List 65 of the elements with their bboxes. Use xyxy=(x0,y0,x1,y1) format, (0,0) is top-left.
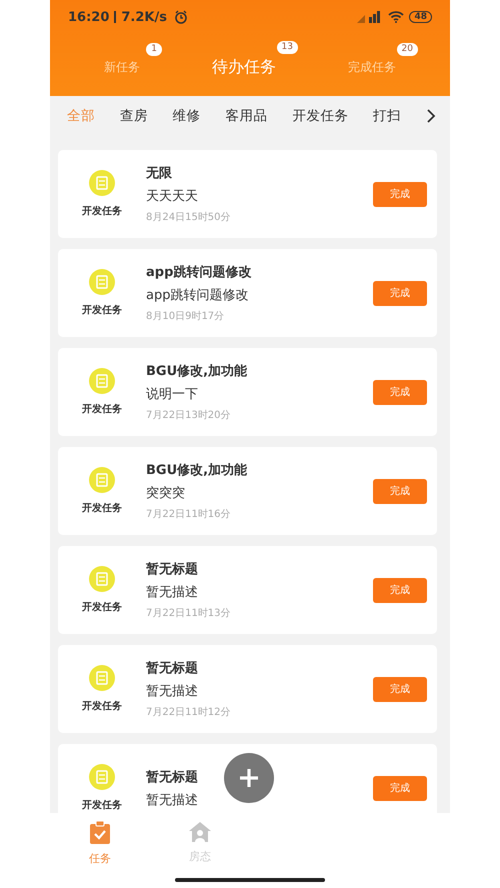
task-time: 7月22日11时13分 xyxy=(146,606,231,620)
complete-button[interactable]: 完成 xyxy=(373,478,427,504)
task-time: 7月22日11时12分 xyxy=(146,706,231,719)
category-tab[interactable]: 打扫 xyxy=(373,107,402,125)
count-badge: 13 xyxy=(276,40,298,54)
category-tab[interactable]: 查房 xyxy=(120,107,148,125)
task-type: 开发任务 xyxy=(82,700,122,713)
task-card[interactable]: 开发任务 BGU修改,加功能 说明一下 7月22日13时20分 完成 xyxy=(58,348,437,436)
complete-button[interactable]: 完成 xyxy=(373,776,427,800)
task-description: app跳转问题修改 xyxy=(146,287,248,304)
complete-button[interactable]: 完成 xyxy=(373,676,427,702)
task-type-icon xyxy=(89,566,115,592)
task-title: 暂无标题 xyxy=(146,561,198,578)
task-description: 天天天天 xyxy=(146,188,198,205)
plus-icon xyxy=(238,767,260,789)
task-description: 说明一下 xyxy=(146,386,198,403)
task-title: 无限 xyxy=(146,165,172,182)
count-badge: 20 xyxy=(396,42,418,56)
complete-button[interactable]: 完成 xyxy=(373,380,427,404)
complete-button[interactable]: 完成 xyxy=(373,182,427,206)
clipboard-check-icon xyxy=(89,821,111,845)
complete-button[interactable]: 完成 xyxy=(373,578,427,602)
task-type: 开发任务 xyxy=(82,600,122,614)
task-title: 暂无标题 xyxy=(146,768,198,786)
task-card[interactable]: 开发任务 app跳转问题修改 app跳转问题修改 8月10日9时17分 完成 xyxy=(58,249,437,337)
task-type-icon xyxy=(89,368,115,394)
task-type: 开发任务 xyxy=(82,798,122,812)
chevron-right-icon[interactable] xyxy=(426,109,436,123)
task-type: 开发任务 xyxy=(82,304,122,317)
task-card[interactable]: 开发任务 暂无标题 暂无描述 7月22日11时13分 完成 xyxy=(58,546,437,634)
house-icon xyxy=(188,821,212,843)
task-type: 开发任务 xyxy=(82,204,122,218)
task-description: 突突突 xyxy=(146,485,185,502)
task-card[interactable]: 开发任务 暂无标题 暂无描述 完成 xyxy=(58,744,437,813)
count-badge: 1 xyxy=(146,42,162,56)
task-description: 暂无描述 xyxy=(146,792,198,808)
task-time: 8月24日15时50分 xyxy=(146,210,231,224)
task-time: 7月22日13时20分 xyxy=(146,408,231,422)
task-card[interactable]: 开发任务 暂无标题 暂无描述 7月22日11时12分 完成 xyxy=(58,645,437,733)
wifi-icon xyxy=(388,11,404,23)
task-type-icon xyxy=(89,467,115,493)
task-title: app跳转问题修改 xyxy=(146,264,252,281)
task-title: 暂无标题 xyxy=(146,660,198,677)
task-time: 8月10日9时17分 xyxy=(146,310,224,323)
network-speed: 7.2K/s xyxy=(121,10,167,24)
task-type-icon xyxy=(89,269,115,295)
task-type: 开发任务 xyxy=(82,502,122,515)
task-title: BGU修改,加功能 xyxy=(146,462,248,479)
task-time: 7月22日11时16分 xyxy=(146,508,231,521)
task-description: 暂无描述 xyxy=(146,584,198,601)
category-tab[interactable]: 维修 xyxy=(172,107,201,125)
category-tab[interactable]: 客用品 xyxy=(225,107,268,125)
category-tab[interactable]: 开发任务 xyxy=(292,107,348,125)
task-type-icon xyxy=(89,170,115,196)
task-type-icon xyxy=(89,665,115,691)
status-time: 16:20 xyxy=(68,10,110,24)
task-type-icon xyxy=(89,764,115,790)
complete-button[interactable]: 完成 xyxy=(373,280,427,306)
task-card[interactable]: 开发任务 BGU修改,加功能 突突突 7月22日11时16分 完成 xyxy=(58,447,437,535)
alarm-icon xyxy=(174,10,188,24)
task-description: 暂无描述 xyxy=(146,683,198,700)
task-card[interactable]: 开发任务 无限 天天天天 8月24日15时50分 完成 xyxy=(58,150,437,238)
battery-icon: 48 xyxy=(409,11,432,23)
task-type: 开发任务 xyxy=(82,402,122,416)
task-title: BGU修改,加功能 xyxy=(146,363,248,380)
